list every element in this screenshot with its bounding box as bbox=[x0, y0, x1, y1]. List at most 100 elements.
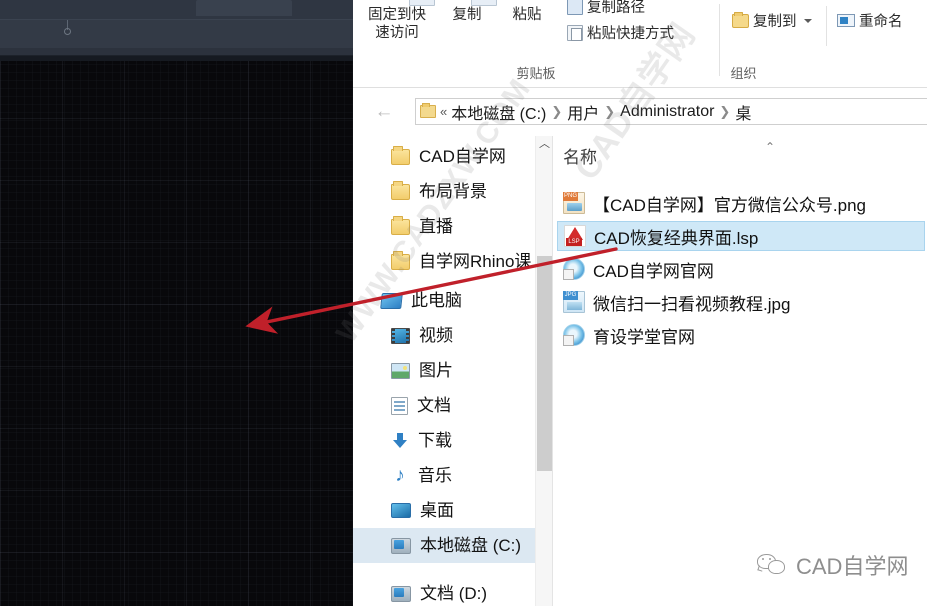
documents-icon bbox=[391, 396, 408, 415]
sidebar-item-label: 桌面 bbox=[420, 501, 454, 520]
cad-ribbon-strip bbox=[0, 0, 354, 20]
cad-toolbar-row bbox=[0, 20, 354, 48]
sidebar-item-cad-site[interactable]: CAD自学网 bbox=[353, 139, 552, 174]
ribbon-subdivider bbox=[826, 6, 827, 46]
navigation-pane: CAD自学网 布局背景 直播 自学网Rhino课 此电脑 视频 图片 文档 下载… bbox=[353, 136, 552, 606]
explorer-panes: CAD自学网 布局背景 直播 自学网Rhino课 此电脑 视频 图片 文档 下载… bbox=[353, 136, 927, 606]
lsp-file-icon bbox=[564, 225, 586, 247]
sidebar-item-rhino-course[interactable]: 自学网Rhino课 bbox=[353, 244, 552, 279]
breadcrumb[interactable]: « 本地磁盘 (C:) ❯ 用户 ❯ Administrator ❯ 桌 bbox=[415, 98, 927, 125]
music-icon: ♪ bbox=[395, 464, 405, 486]
copy-path-button[interactable]: 复制路径 bbox=[567, 0, 645, 17]
copy-to-button[interactable]: 复制到 bbox=[732, 10, 812, 31]
sidebar-item-videos[interactable]: 视频 bbox=[353, 318, 552, 353]
chevron-down-icon[interactable] bbox=[803, 18, 812, 23]
sort-ascending-icon: ⌃ bbox=[765, 140, 776, 154]
screen-root: 固定到快 速访问 复制 粘贴 复制路径 粘贴快捷方式 剪贴板 复制到 重命名 组… bbox=[0, 0, 927, 606]
sidebar-item-layout-bg[interactable]: 布局背景 bbox=[353, 174, 552, 209]
ribbon-group-organize: 复制到 重命名 组织 bbox=[720, 0, 927, 88]
navigation-scrollbar[interactable]: ︿ bbox=[535, 136, 552, 606]
back-arrow-icon[interactable]: ← bbox=[373, 101, 395, 123]
breadcrumb-separator[interactable]: ❯ bbox=[716, 104, 733, 120]
sidebar-item-label: 下载 bbox=[418, 431, 452, 450]
sidebar-item-this-pc[interactable]: 此电脑 bbox=[353, 283, 552, 318]
paste-shortcut-button[interactable]: 粘贴快捷方式 bbox=[567, 22, 674, 43]
internet-shortcut-icon: ↗ bbox=[563, 258, 585, 280]
breadcrumb-separator[interactable]: ❯ bbox=[601, 104, 618, 120]
folder-icon bbox=[391, 180, 410, 200]
organize-group-label: 组织 bbox=[730, 66, 757, 81]
file-explorer-window: 固定到快 速访问 复制 粘贴 复制路径 粘贴快捷方式 剪贴板 复制到 重命名 组… bbox=[353, 0, 927, 606]
sidebar-item-documents[interactable]: 文档 bbox=[353, 388, 552, 423]
breadcrumb-item-drive[interactable]: 本地磁盘 (C:) bbox=[451, 100, 546, 124]
file-list-pane: 名称 ⌃ 【CAD自学网】官方微信公众号.png CAD恢复经典界面.lsp ↗… bbox=[553, 136, 927, 606]
cad-drawing-canvas[interactable] bbox=[0, 56, 354, 606]
copy-path-label: 复制路径 bbox=[587, 0, 645, 16]
explorer-ribbon: 固定到快 速访问 复制 粘贴 复制路径 粘贴快捷方式 剪贴板 复制到 重命名 组… bbox=[353, 0, 927, 88]
list-item[interactable]: 微信扫一扫看视频教程.jpg bbox=[557, 287, 925, 317]
sidebar-item-label: 直播 bbox=[419, 217, 453, 236]
list-item[interactable]: ↗ 育设学堂官网 bbox=[557, 320, 925, 350]
folder-icon bbox=[391, 145, 410, 165]
breadcrumb-item-users[interactable]: 用户 bbox=[567, 100, 599, 124]
folder-icon bbox=[391, 215, 410, 235]
jpg-file-icon bbox=[563, 291, 585, 313]
file-name-label: 【CAD自学网】官方微信公众号.png bbox=[593, 195, 866, 215]
sidebar-item-downloads[interactable]: 下载 bbox=[353, 423, 552, 458]
sidebar-item-label: 文档 (D:) bbox=[420, 584, 488, 603]
local-disk-icon bbox=[391, 537, 411, 554]
sidebar-item-label: 本地磁盘 (C:) bbox=[420, 536, 522, 555]
copy-button[interactable]: 复制 bbox=[441, 6, 493, 24]
downloads-icon bbox=[391, 432, 409, 450]
sidebar-item-label: 布局背景 bbox=[419, 182, 487, 201]
rename-icon bbox=[837, 14, 855, 27]
sidebar-item-disk-d[interactable]: 文档 (D:) bbox=[353, 576, 552, 606]
column-header-name[interactable]: 名称 bbox=[563, 143, 597, 168]
address-bar-row: ← → ▾ ↑ « 本地磁盘 (C:) ❯ 用户 ❯ Administrator… bbox=[353, 88, 927, 136]
sidebar-item-label: 音乐 bbox=[418, 466, 452, 485]
file-name-label: 育设学堂官网 bbox=[593, 327, 695, 347]
cad-canvas-top-edge bbox=[0, 56, 354, 61]
sidebar-item-pictures[interactable]: 图片 bbox=[353, 353, 552, 388]
file-list-header: 名称 ⌃ bbox=[553, 136, 927, 170]
sidebar-item-label: 此电脑 bbox=[411, 291, 462, 310]
png-file-icon bbox=[563, 192, 585, 214]
cad-node-marker bbox=[64, 28, 71, 35]
folder-icon bbox=[391, 250, 410, 270]
paste-shortcut-icon bbox=[567, 24, 583, 41]
list-item[interactable]: CAD恢复经典界面.lsp bbox=[557, 221, 925, 251]
list-item[interactable]: ↗ CAD自学网官网 bbox=[557, 254, 925, 284]
scrollbar-thumb[interactable] bbox=[537, 256, 552, 471]
sidebar-item-label: 自学网Rhino课 bbox=[419, 252, 532, 271]
sidebar-item-label: 图片 bbox=[419, 361, 453, 380]
videos-icon bbox=[391, 327, 410, 344]
pin-to-quick-access-button[interactable]: 固定到快 速访问 bbox=[359, 6, 435, 42]
file-name-label: CAD恢复经典界面.lsp bbox=[594, 228, 759, 248]
sidebar-item-local-disk-c[interactable]: 本地磁盘 (C:) bbox=[353, 528, 552, 563]
breadcrumb-item-desktop[interactable]: 桌 bbox=[735, 100, 751, 124]
sidebar-item-live[interactable]: 直播 bbox=[353, 209, 552, 244]
internet-shortcut-icon: ↗ bbox=[563, 324, 585, 346]
list-item[interactable]: 【CAD自学网】官方微信公众号.png bbox=[557, 188, 925, 218]
copy-to-label: 复制到 bbox=[753, 14, 797, 30]
rename-button[interactable]: 重命名 bbox=[837, 10, 903, 31]
rename-label: 重命名 bbox=[859, 14, 903, 30]
scroll-up-icon[interactable]: ︿ bbox=[536, 136, 552, 153]
cad-ribbon-tab[interactable] bbox=[196, 0, 292, 16]
paste-button[interactable]: 粘贴 bbox=[501, 6, 553, 24]
copy-to-icon bbox=[732, 11, 749, 28]
local-disk-icon bbox=[391, 585, 411, 602]
breadcrumb-separator[interactable]: ❯ bbox=[548, 104, 565, 120]
breadcrumb-overflow[interactable]: « bbox=[438, 104, 449, 119]
sidebar-item-music[interactable]: ♪ 音乐 bbox=[353, 458, 552, 493]
cad-application-window bbox=[0, 0, 354, 606]
pictures-icon bbox=[391, 362, 410, 379]
sidebar-item-label: CAD自学网 bbox=[419, 147, 506, 166]
sidebar-item-desktop[interactable]: 桌面 bbox=[353, 493, 552, 528]
sidebar-item-label: 文档 bbox=[417, 396, 451, 415]
copy-path-icon bbox=[567, 0, 583, 15]
sidebar-item-label: 视频 bbox=[419, 326, 453, 345]
this-pc-icon bbox=[380, 292, 403, 309]
file-name-label: 微信扫一扫看视频教程.jpg bbox=[593, 294, 791, 314]
breadcrumb-item-administrator[interactable]: Administrator bbox=[620, 103, 714, 121]
